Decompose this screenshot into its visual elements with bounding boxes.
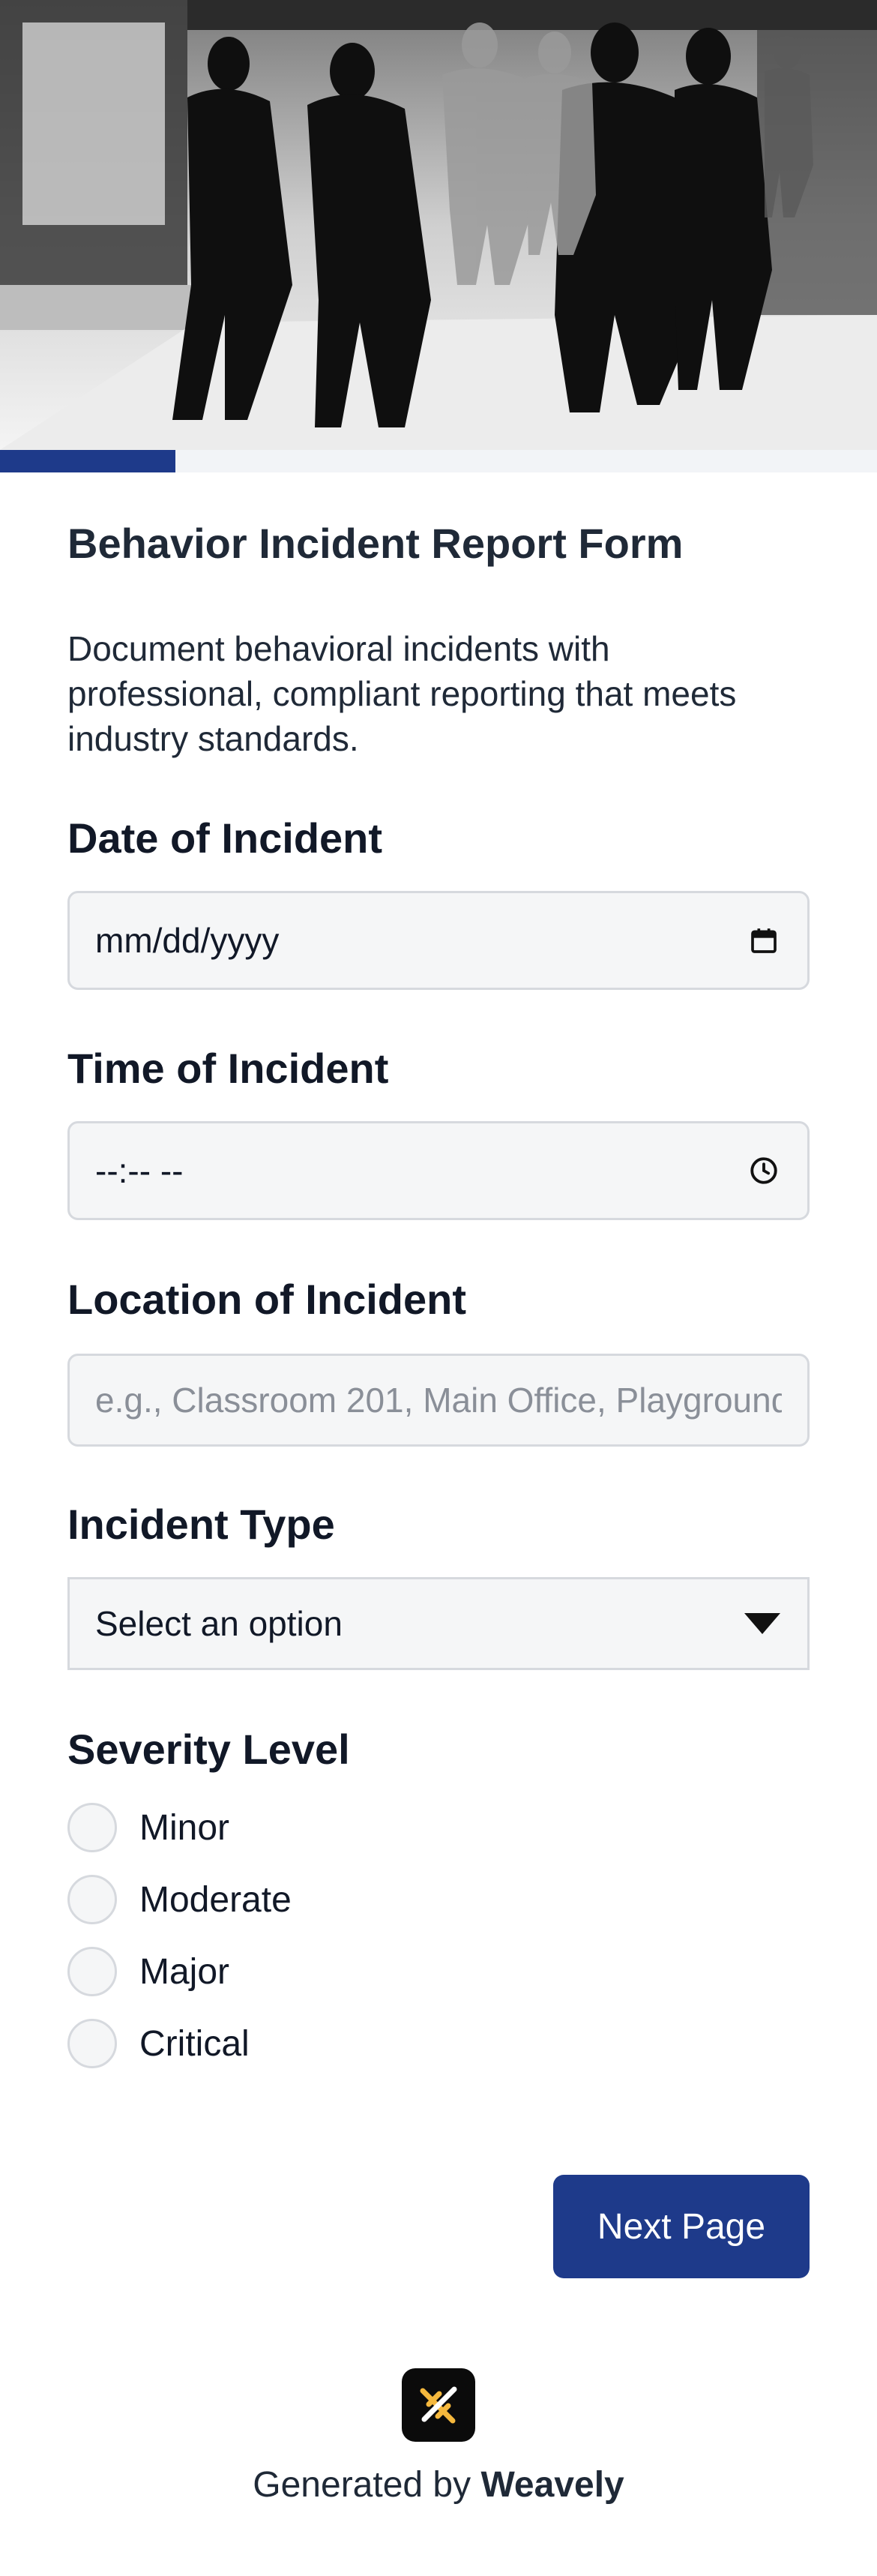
radio-label: Minor bbox=[139, 1807, 230, 1848]
caret-down-icon bbox=[743, 1603, 782, 1644]
progress-bar bbox=[0, 450, 877, 472]
severity-option-moderate[interactable]: Moderate bbox=[67, 1873, 292, 1926]
radio-button[interactable] bbox=[67, 1875, 117, 1924]
severity-option-major[interactable]: Major bbox=[67, 1945, 229, 1998]
location-input[interactable]: e.g., Classroom 201, Main Office, Playgr… bbox=[67, 1354, 810, 1447]
time-label: Time of Incident bbox=[67, 1045, 389, 1092]
progress-fill bbox=[0, 450, 175, 472]
next-page-button[interactable]: Next Page bbox=[553, 2175, 810, 2278]
page-title: Behavior Incident Report Form bbox=[67, 520, 684, 567]
weavely-logo[interactable] bbox=[402, 2368, 475, 2442]
date-input[interactable]: mm/dd/yyyy bbox=[67, 891, 810, 990]
radio-label: Moderate bbox=[139, 1879, 292, 1920]
street-photo bbox=[0, 0, 877, 450]
severity-label: Severity Level bbox=[67, 1726, 350, 1773]
radio-label: Major bbox=[139, 1951, 230, 1992]
severity-option-critical[interactable]: Critical bbox=[67, 2017, 250, 2070]
footer-prefix: Generated by bbox=[253, 2465, 481, 2505]
clock-icon[interactable] bbox=[746, 1153, 782, 1189]
calendar-icon[interactable] bbox=[746, 922, 782, 958]
form-page: Behavior Incident Report Form Document b… bbox=[0, 0, 877, 2576]
form-description: Document behavioral incidents with profe… bbox=[67, 629, 737, 758]
radio-button[interactable] bbox=[67, 1947, 117, 1996]
incident-type-select[interactable]: Select an option bbox=[67, 1577, 810, 1670]
incident-type-label: Incident Type bbox=[67, 1501, 335, 1548]
radio-button[interactable] bbox=[67, 1803, 117, 1852]
time-value: --:-- -- bbox=[95, 1151, 184, 1190]
hero-image bbox=[0, 0, 877, 450]
radio-label: Critical bbox=[139, 2023, 250, 2064]
footer-credit: Generated by Weavely bbox=[0, 2464, 877, 2506]
severity-option-minor[interactable]: Minor bbox=[67, 1801, 229, 1854]
date-label: Date of Incident bbox=[67, 814, 383, 862]
time-input[interactable]: --:-- -- bbox=[67, 1121, 810, 1220]
location-placeholder: e.g., Classroom 201, Main Office, Playgr… bbox=[95, 1381, 782, 1420]
location-label: Location of Incident bbox=[67, 1276, 466, 1323]
weavely-logo-icon bbox=[420, 2386, 457, 2424]
radio-button[interactable] bbox=[67, 2019, 117, 2068]
date-value: mm/dd/yyyy bbox=[95, 921, 280, 960]
footer-brand[interactable]: Weavely bbox=[480, 2465, 624, 2505]
incident-type-selected: Select an option bbox=[95, 1604, 343, 1643]
